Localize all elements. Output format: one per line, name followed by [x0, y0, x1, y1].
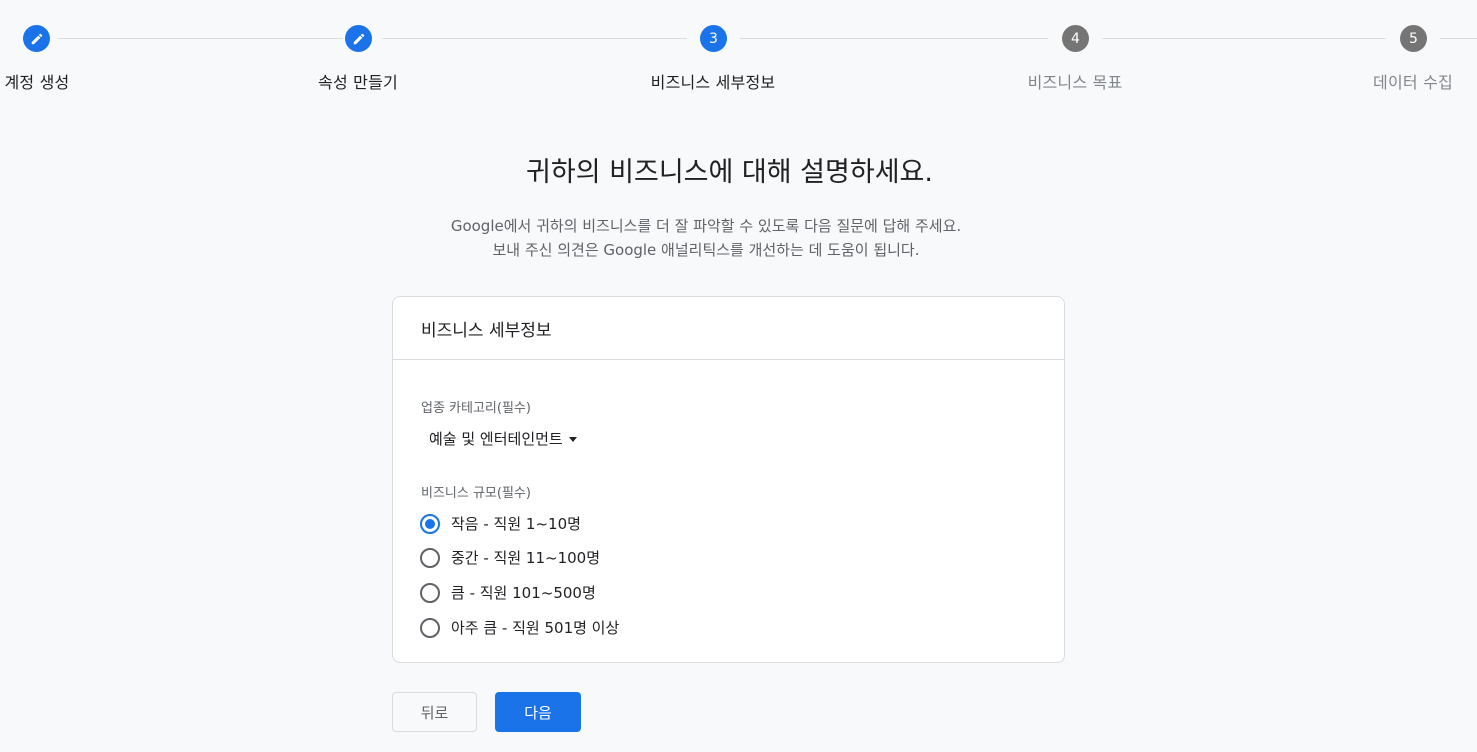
industry-category-label: 업종 카테고리(필수) [421, 401, 531, 416]
business-size-option-medium[interactable]: 중간 - 직원 11~100명 [420, 547, 600, 568]
business-details-card: 비즈니스 세부정보 업종 카테고리(필수) 예술 및 엔터테인먼트 비즈니스 규… [392, 296, 1065, 663]
caret-down-icon [568, 437, 577, 442]
radio-button[interactable] [420, 617, 440, 638]
pencil-icon [30, 32, 44, 46]
next-button[interactable]: 다음 [495, 692, 581, 732]
radio-button-checked[interactable] [420, 513, 440, 534]
step-3-indicator: 3 [700, 25, 727, 52]
business-size-option-very-large[interactable]: 아주 큼 - 직원 501명 이상 [420, 617, 619, 638]
radio-label: 중간 - 직원 11~100명 [451, 549, 601, 567]
stepper-connector [58, 38, 343, 39]
radio-button[interactable] [420, 582, 440, 603]
business-size-option-large[interactable]: 큼 - 직원 101~500명 [420, 582, 596, 603]
pencil-icon [352, 32, 366, 46]
card-header: 비즈니스 세부정보 [393, 297, 1064, 360]
radio-button[interactable] [420, 547, 440, 568]
stepper-connector [382, 38, 687, 39]
step-4-label: 비즈니스 목표 [1027, 73, 1123, 92]
step-5-label: 데이터 수집 [1373, 73, 1453, 92]
subtitle-line-1: Google에서 귀하의 비즈니스를 더 잘 파악할 수 있도록 다음 질문에 … [450, 217, 962, 235]
back-button[interactable]: 뒤로 [392, 692, 477, 732]
radio-label: 작음 - 직원 1~10명 [451, 515, 581, 533]
industry-category-value: 예술 및 엔터테인먼트 [429, 430, 563, 448]
radio-label: 큼 - 직원 101~500명 [451, 584, 596, 602]
progress-stepper: 계정 생성 속성 만들기 3 비즈니스 세부정보 4 비즈니스 목표 5 데이터… [0, 0, 1477, 100]
step-4-indicator: 4 [1062, 25, 1089, 52]
step-2-label[interactable]: 속성 만들기 [318, 69, 398, 93]
radio-label: 아주 큼 - 직원 501명 이상 [451, 619, 620, 637]
page-title: 귀하의 비즈니스에 대해 설명하세요. [526, 157, 933, 188]
business-size-option-small[interactable]: 작음 - 직원 1~10명 [420, 513, 581, 534]
stepper-connector [740, 38, 1048, 39]
step-1-indicator[interactable] [23, 25, 50, 52]
step-2-indicator[interactable] [345, 25, 372, 52]
step-1-label[interactable]: 계정 생성 [5, 69, 70, 93]
step-3-label: 비즈니스 세부정보 [650, 73, 776, 92]
stepper-connector [1102, 38, 1386, 39]
subtitle-line-2: 보내 주신 의견은 Google 애널리틱스를 개선하는 데 도움이 됩니다. [492, 241, 920, 259]
business-size-label: 비즈니스 규모(필수) [421, 486, 531, 501]
stepper-connector [1440, 38, 1477, 39]
industry-category-dropdown[interactable]: 예술 및 엔터테인먼트 [429, 428, 577, 449]
page-subtitle: Google에서 귀하의 비즈니스를 더 잘 파악할 수 있도록 다음 질문에 … [0, 214, 1412, 262]
step-5-indicator: 5 [1400, 25, 1427, 52]
